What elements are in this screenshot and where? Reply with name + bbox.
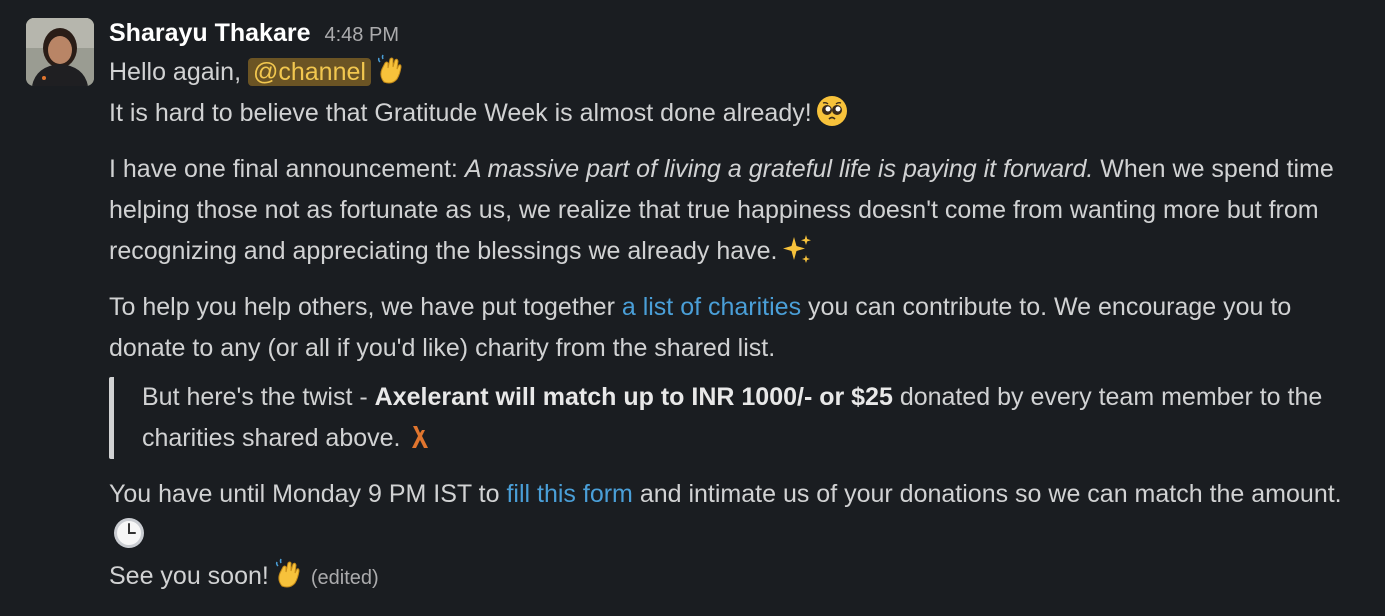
waving-hand-icon xyxy=(375,54,407,86)
pleading-face-icon xyxy=(816,95,848,127)
announcement-prefix: I have one final announcement: xyxy=(109,155,465,183)
clock-icon xyxy=(113,517,145,549)
message-timestamp[interactable]: 4:48 PM xyxy=(325,16,399,54)
deadline-prefix: You have until Monday 9 PM IST to xyxy=(109,480,507,508)
closing-line: See you soon! (edited) xyxy=(109,556,1359,599)
deadline-paragraph: You have until Monday 9 PM IST to fill t… xyxy=(109,474,1359,556)
charities-paragraph: To help you help others, we have put tog… xyxy=(109,287,1359,369)
channel-mention[interactable]: @channel xyxy=(247,58,371,86)
announcement-quote: A massive part of living a grateful life… xyxy=(464,155,1094,183)
charities-list-link[interactable]: a list of charities xyxy=(622,293,801,321)
message-body: Sharayu Thakare 4:48 PM Hello again, @ch… xyxy=(109,14,1359,599)
quote-prefix: But here's the twist - xyxy=(142,383,375,411)
closing-text: See you soon! xyxy=(109,562,269,590)
axelerant-logo-icon xyxy=(404,420,436,452)
sparkles-icon xyxy=(781,233,813,265)
greeting-text: Hello again, xyxy=(109,58,248,86)
edited-label: (edited) xyxy=(310,567,379,589)
quote-bold-text: Axelerant will match up to INR 1000/- or… xyxy=(374,383,893,411)
avatar[interactable] xyxy=(26,18,94,86)
intro-text: It is hard to believe that Gratitude Wee… xyxy=(109,99,812,127)
charities-prefix: To help you help others, we have put tog… xyxy=(109,293,622,321)
blockquote: But here's the twist - Axelerant will ma… xyxy=(109,377,1359,459)
sender-name[interactable]: Sharayu Thakare xyxy=(109,14,311,52)
waving-hand-icon xyxy=(273,558,305,590)
donation-form-link[interactable]: fill this form xyxy=(506,480,632,508)
announcement-paragraph: I have one final announcement: A massive… xyxy=(109,149,1359,272)
message-header: Sharayu Thakare 4:48 PM xyxy=(109,14,1359,52)
deadline-text: and intimate us of your donations so we … xyxy=(632,480,1342,508)
greeting-line: Hello again, @channel xyxy=(109,52,1359,93)
intro-line: It is hard to believe that Gratitude Wee… xyxy=(109,93,1359,134)
message: Sharayu Thakare 4:48 PM Hello again, @ch… xyxy=(0,0,1385,616)
